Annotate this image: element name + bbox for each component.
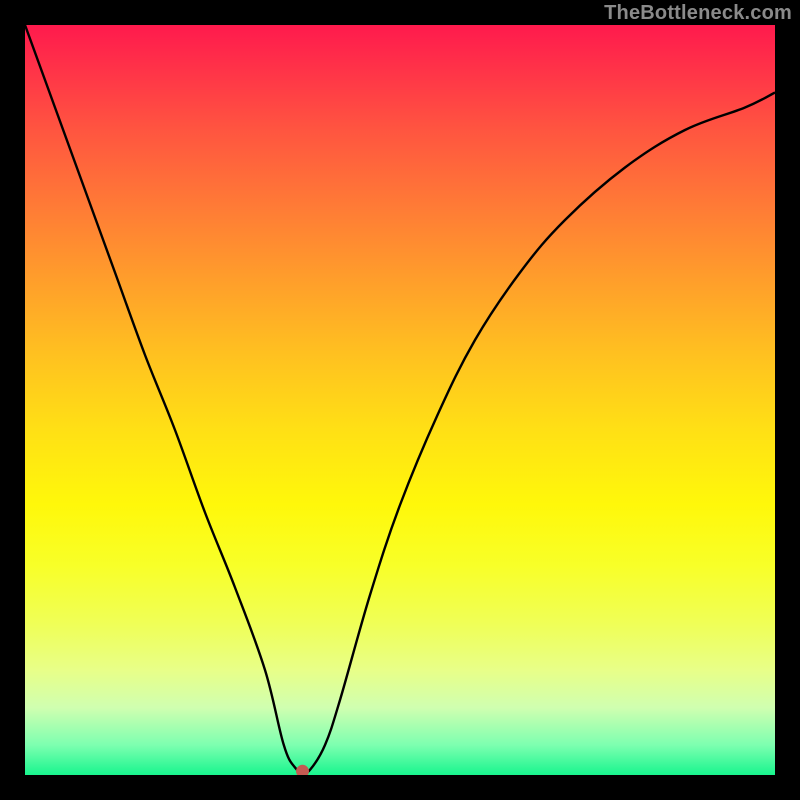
curve-svg	[25, 25, 775, 775]
watermark-text: TheBottleneck.com	[604, 2, 792, 25]
minimum-marker	[297, 765, 309, 775]
chart-frame: TheBottleneck.com	[0, 0, 800, 800]
bottleneck-curve	[25, 25, 775, 772]
plot-area	[25, 25, 775, 775]
